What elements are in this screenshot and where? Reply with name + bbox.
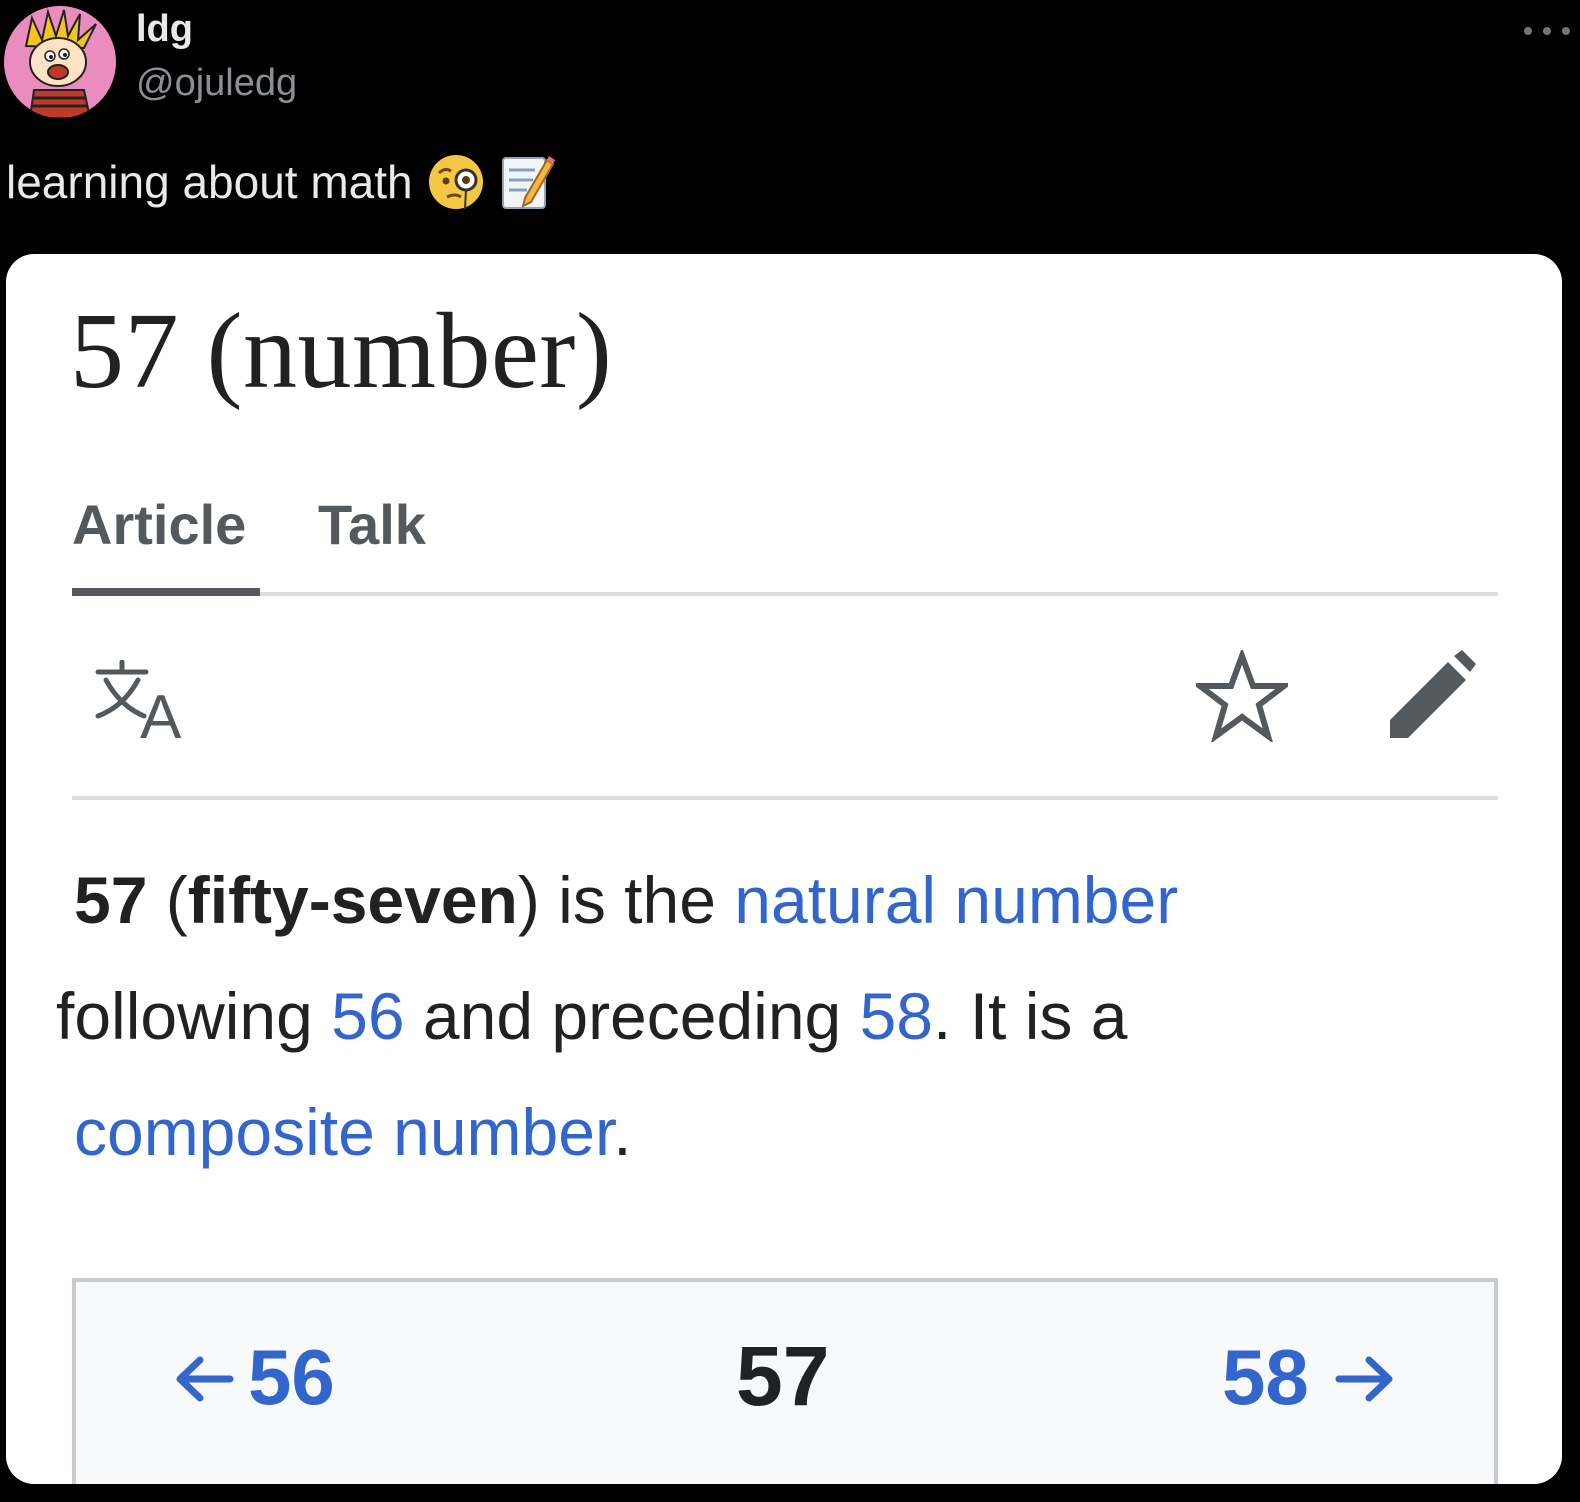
dot-icon: [1524, 27, 1532, 35]
previous-number-link[interactable]: 56: [174, 1332, 335, 1423]
number-navigation: 56 57 58: [72, 1278, 1498, 1484]
lead-text: ): [517, 863, 540, 937]
avatar[interactable]: [4, 6, 116, 118]
tweet-text-body: learning about math: [6, 156, 413, 208]
lead-text: following: [56, 979, 332, 1053]
lead-text: (: [147, 863, 188, 937]
lead-text: . It is a: [933, 979, 1128, 1053]
star-icon[interactable]: [1191, 647, 1293, 747]
lead-name: fifty-seven: [187, 863, 518, 937]
link-58[interactable]: 58: [860, 979, 933, 1053]
dot-icon: [1562, 27, 1570, 35]
arrow-right-icon: [1333, 1332, 1395, 1423]
composite-number-link[interactable]: composite number: [74, 1095, 613, 1169]
current-number: 57: [736, 1329, 830, 1423]
natural-number-link[interactable]: natural number: [734, 863, 1178, 937]
arrow-left-icon: [174, 1332, 236, 1423]
lead-text: is the: [539, 863, 735, 937]
dot-icon: [1543, 27, 1551, 35]
face-with-monocle-icon: [427, 153, 485, 211]
lead-text: and preceding: [404, 979, 860, 1053]
display-name[interactable]: ldg: [136, 8, 193, 51]
more-options-button[interactable]: [1524, 16, 1570, 46]
memo-icon: [499, 152, 555, 212]
tweet-text: learning about math: [6, 152, 555, 212]
tab-talk[interactable]: Talk: [318, 492, 426, 557]
lead-text: .: [613, 1095, 632, 1169]
lead-number: 57: [74, 863, 148, 937]
media-card[interactable]: 57 (number) Article Talk A 57 (fifty-sev…: [6, 254, 1562, 1484]
page-toolbar: A: [72, 598, 1498, 800]
link-56[interactable]: 56: [331, 979, 404, 1053]
next-number-link[interactable]: 58: [1222, 1332, 1395, 1423]
user-handle[interactable]: @ojuledg: [136, 62, 297, 105]
tab-article[interactable]: Article: [72, 492, 246, 557]
lead-paragraph: 57 (fifty-seven) is the natural number f…: [56, 842, 1474, 1190]
language-icon[interactable]: A: [92, 659, 192, 752]
previous-number-label: 56: [248, 1333, 335, 1421]
active-tab-indicator: [72, 588, 260, 596]
next-number-label: 58: [1222, 1333, 1309, 1421]
pencil-icon[interactable]: [1382, 650, 1476, 749]
page-title: 57 (number): [70, 292, 613, 411]
svg-text:A: A: [140, 683, 182, 740]
article-tabs: Article Talk: [72, 484, 1498, 596]
